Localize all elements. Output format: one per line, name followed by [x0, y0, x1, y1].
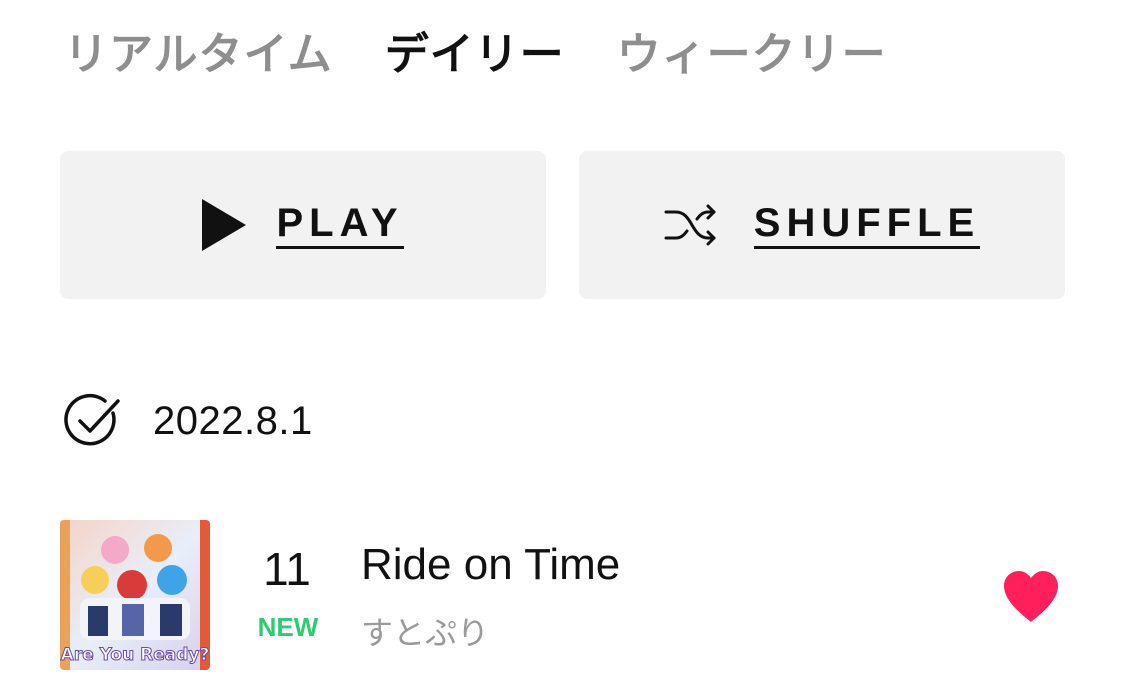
album-cover[interactable]: Are You Ready? — [60, 520, 210, 670]
chart-date-row: 2022.8.1 — [63, 392, 313, 450]
track-title[interactable]: Ride on Time — [361, 540, 620, 590]
tab-daily[interactable]: デイリー — [385, 18, 565, 82]
new-badge: NEW — [257, 612, 319, 642]
play-label: PLAY — [276, 201, 404, 249]
play-icon — [202, 199, 247, 251]
track-row[interactable]: Are You Ready? 11 NEW Ride on Time すとぷり — [60, 520, 1070, 670]
play-button[interactable]: PLAY — [60, 151, 546, 299]
shuffle-label: SHUFFLE — [753, 201, 981, 249]
shuffle-button[interactable]: SHUFFLE — [579, 151, 1065, 299]
check-circle-icon — [63, 391, 123, 451]
like-heart-icon[interactable] — [1002, 570, 1060, 624]
cover-text: Are You Ready? — [61, 645, 210, 665]
track-rank: 11 — [263, 543, 311, 595]
tab-weekly[interactable]: ウィークリー — [617, 18, 887, 82]
chart-period-tabs: リアルタイム デイリー ウィークリー — [64, 18, 939, 82]
shuffle-icon — [664, 200, 718, 250]
tab-realtime[interactable]: リアルタイム — [64, 18, 333, 82]
chart-date: 2022.8.1 — [153, 398, 313, 443]
track-artist[interactable]: すとぷり — [361, 608, 489, 654]
